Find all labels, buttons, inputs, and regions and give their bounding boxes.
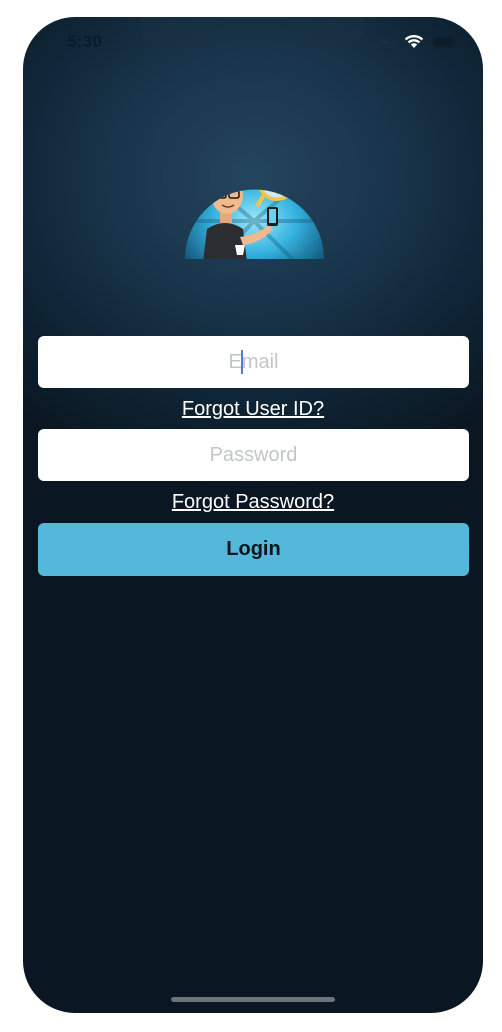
- email-input[interactable]: [38, 335, 469, 389]
- device-notch: [141, 17, 365, 47]
- status-bar: 5:30 ....: [23, 17, 483, 63]
- status-time: 5:30: [67, 32, 103, 51]
- battery-icon: [432, 36, 457, 48]
- password-input[interactable]: [38, 428, 469, 482]
- signal-icon: ....: [380, 35, 396, 46]
- password-field[interactable]: [38, 428, 469, 482]
- phone-screen: 5:30 .... Email Forgot User ID? Forgot P…: [23, 17, 483, 1013]
- home-indicator[interactable]: [171, 997, 335, 1002]
- forgot-password-link[interactable]: Forgot Password?: [23, 491, 483, 514]
- app-logo: [185, 189, 324, 260]
- login-button[interactable]: Login: [38, 523, 469, 576]
- wifi-icon: [404, 34, 424, 48]
- email-field[interactable]: [38, 335, 469, 389]
- text-cursor: [241, 350, 243, 374]
- forgot-user-id-link[interactable]: Forgot User ID?: [23, 398, 483, 421]
